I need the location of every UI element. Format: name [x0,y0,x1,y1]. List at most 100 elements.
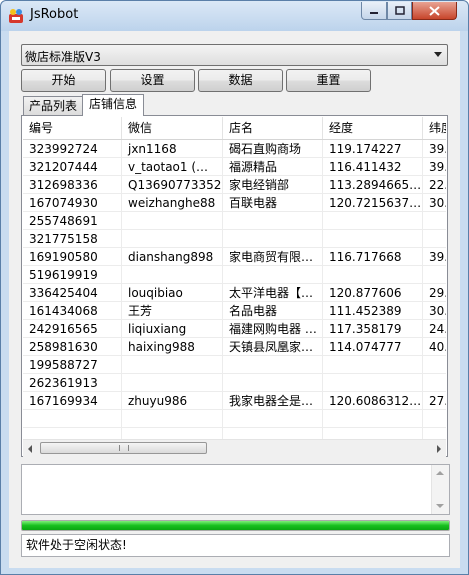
version-select-value: 微店标准版V3 [25,50,101,64]
cell-wechat: 王芳 [122,302,223,320]
vertical-scrollbar[interactable] [431,465,449,514]
cell-wechat: v_taotao1 (… [122,158,223,176]
cell-id: 262361913 [23,374,122,392]
cell-shop-name: 福源精品 [223,158,323,176]
table-row[interactable]: 242916565liqiuxiang福建网购电器 …117.35817924. [23,320,446,338]
empty-cell [122,410,223,428]
cell-longitude: 114.074777 [323,338,423,356]
scroll-up-icon[interactable] [436,471,444,475]
cell-shop-name [223,356,323,374]
maximize-button[interactable] [387,2,412,20]
log-textarea[interactable] [21,464,450,515]
cell-id: 321207444 [23,158,122,176]
cell-longitude: 120.877606 [323,284,423,302]
cell-latitude [423,356,446,374]
table-row[interactable]: 321207444v_taotao1 (…福源精品116.41143239. [23,158,446,176]
scrollbar-thumb[interactable] [40,442,207,454]
table-row[interactable]: 161434068王芳名品电器111.45238930. [23,302,446,320]
cell-shop-name: 太平洋电器【… [223,284,323,302]
cell-id: 199588727 [23,356,122,374]
shop-table[interactable]: 编号 微信 店名 经度 纬度 323992724jxn1168碣石直购商场119… [23,117,446,439]
cell-wechat [122,374,223,392]
cell-id: 242916565 [23,320,122,338]
close-button[interactable] [412,2,457,20]
scroll-right-icon[interactable] [437,445,441,453]
cell-latitude: 27. [423,392,446,410]
cell-shop-name [223,212,323,230]
table-row[interactable]: 321775158 [23,230,446,248]
table-row[interactable]: 312698336 Q13690773352 家电经销部 113.2894665… 22… [23,176,446,194]
cell-longitude [323,356,423,374]
cell-wechat: Q13690773352 [122,176,223,194]
cell-latitude [423,230,446,248]
cell-shop-name: 家电经销部 [223,176,323,194]
cell-latitude: 30. [423,302,446,320]
table-row[interactable]: 336425404louqibiao太平洋电器【…120.87760629. [23,284,446,302]
table-row[interactable]: 199588727 [23,356,446,374]
cell-wechat: dianshang898 [122,248,223,266]
title-bar[interactable]: JsRobot [1,1,468,31]
cell-longitude [323,374,423,392]
table-row[interactable]: 167074930weizhanghe88百联电器120.7215637…30. [23,194,446,212]
cell-wechat [122,266,223,284]
empty-cell [23,428,122,439]
col-header-latitude[interactable]: 纬度 [423,117,446,139]
table-row[interactable]: 519619919 [23,266,446,284]
cell-shop-name [223,374,323,392]
table-row[interactable]: 323992724jxn1168碣石直购商场119.17422739. [23,140,446,158]
cell-id: 336425404 [23,284,122,302]
minimize-button[interactable] [361,2,387,20]
table-row-empty [23,428,446,439]
cell-longitude [323,212,423,230]
cell-shop-name: 天镇县凤凰家… [223,338,323,356]
app-window: JsRobot 微店标准版V3 开始 设置 数据 重置 产品列表 店铺信息 编号 [0,0,469,575]
cell-longitude: 119.174227 [323,140,423,158]
version-select[interactable]: 微店标准版V3 [21,44,448,66]
col-header-longitude[interactable]: 经度 [323,117,423,139]
cell-longitude: 116.411432 [323,158,423,176]
scroll-down-icon[interactable] [436,504,444,508]
cell-longitude: 113.2894665… [323,176,423,194]
col-header-id[interactable]: 编号 [23,117,122,139]
data-button[interactable]: 数据 [198,69,283,92]
cell-longitude [323,266,423,284]
tab-product-list[interactable]: 产品列表 [23,96,83,115]
chevron-down-icon [434,52,442,57]
table-row[interactable]: 262361913 [23,374,446,392]
cell-id: 323992724 [23,140,122,158]
empty-cell [223,428,323,439]
empty-cell [23,410,122,428]
cell-latitude [423,212,446,230]
tab-shop-info[interactable]: 店铺信息 [82,94,144,116]
cell-wechat: haixing988 [122,338,223,356]
cell-latitude: 29. [423,284,446,302]
table-row[interactable]: 258981630haixing988天镇县凤凰家…114.07477740. [23,338,446,356]
table-row[interactable]: 255748691 [23,212,446,230]
cell-id: 255748691 [23,212,122,230]
scroll-left-icon[interactable] [28,445,32,453]
maximize-icon [394,6,405,15]
col-header-wechat[interactable]: 微信 [122,117,223,139]
cell-id: 167169934 [23,392,122,410]
col-header-shop-name[interactable]: 店名 [223,117,323,139]
table-header: 编号 微信 店名 经度 纬度 [23,117,446,140]
start-button[interactable]: 开始 [21,69,106,92]
cell-wechat [122,230,223,248]
cell-id: 312698336 [23,176,122,194]
cell-latitude [423,266,446,284]
cell-id: 321775158 [23,230,122,248]
cell-id: 161434068 [23,302,122,320]
settings-button[interactable]: 设置 [110,69,195,92]
cell-latitude: 39. [423,140,446,158]
table-row[interactable]: 169190580 dianshang898 家电商贸有限… 116.717668 39… [23,248,446,266]
horizontal-scrollbar[interactable] [23,439,446,457]
cell-latitude: 30. [423,194,446,212]
empty-cell [323,428,423,439]
table-row[interactable]: 167169934zhuyu986我家电器全是…120.6086312…27. [23,392,446,410]
reset-button[interactable]: 重置 [286,69,371,92]
cell-latitude: 39. [423,158,446,176]
cell-longitude: 120.7215637… [323,194,423,212]
table-row-empty [23,410,446,428]
cell-latitude [423,374,446,392]
cell-longitude: 111.452389 [323,302,423,320]
